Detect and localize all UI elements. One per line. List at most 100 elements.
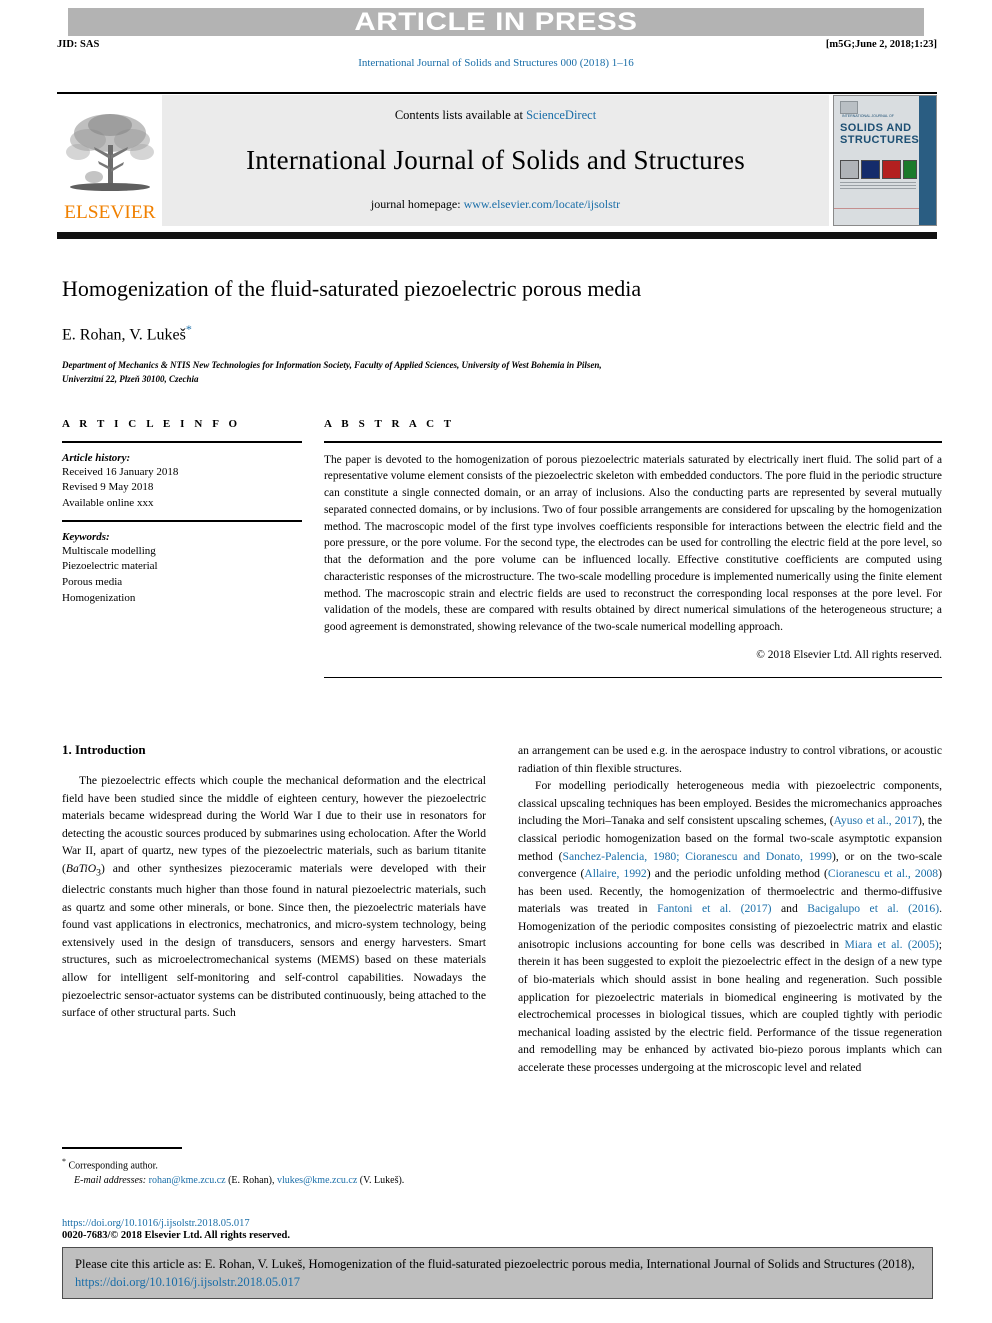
body-column-right: an arrangement can be used e.g. in the a… xyxy=(518,742,942,1077)
please-cite-box: Please cite this article as: E. Rohan, V… xyxy=(62,1247,933,1299)
keywords-group: Keywords: Multiscale modelling Piezoelec… xyxy=(62,531,302,606)
jid-label: JID: SAS xyxy=(57,39,100,50)
cover-figure-1 xyxy=(840,160,859,179)
r2-h: ; therein it has been suggested to explo… xyxy=(518,937,943,1074)
keyword-item: Homogenization xyxy=(62,591,136,604)
cover-title: SOLIDS AND STRUCTURES xyxy=(840,122,920,147)
journal-title: International Journal of Solids and Stru… xyxy=(246,144,745,175)
section-title-introduction: 1. Introduction xyxy=(62,742,146,757)
elsevier-tree-icon xyxy=(65,114,154,191)
citation-bacigalupo-2016[interactable]: Bacigalupo et al. (2016) xyxy=(807,902,939,915)
history-revised: Revised 9 May 2018 xyxy=(62,481,154,494)
elsevier-wordmark: ELSEVIER xyxy=(63,202,156,223)
please-cite-doi-link[interactable]: https://doi.org/10.1016/j.ijsolstr.2018.… xyxy=(75,1275,300,1289)
cover-caption-lines xyxy=(840,182,916,192)
affiliation-line-2: Univerzitní 22, Plzeň 30100, Czechia xyxy=(62,373,199,384)
cover-publisher-logo xyxy=(840,101,858,114)
issn-copyright-line: 0020-7683/© 2018 Elsevier Ltd. All right… xyxy=(62,1230,290,1241)
citation-fantoni-2017[interactable]: Fantoni et al. (2017) xyxy=(657,902,771,915)
keyword-item: Piezoelectric material xyxy=(62,560,158,573)
doi-block: https://doi.org/10.1016/j.ijsolstr.2018.… xyxy=(62,1218,486,1241)
intro-paragraph-left: The piezoelectric effects which couple t… xyxy=(62,772,486,1022)
body-column-left: 1. Introduction The piezoelectric effect… xyxy=(62,742,486,1077)
corresponding-author-note: * Corresponding author. xyxy=(62,1156,486,1173)
article-info-rule-top xyxy=(62,441,302,443)
homepage-prefix: journal homepage: xyxy=(370,197,464,211)
please-cite-text: Please cite this article as: E. Rohan, V… xyxy=(75,1255,920,1292)
contents-available-line: Contents lists available at ScienceDirec… xyxy=(395,108,596,123)
citation-cioranescu-2008[interactable]: Cioranescu et al., 2008 xyxy=(828,867,938,880)
journal-cover-thumbnail: INTERNATIONAL JOURNAL OF SOLIDS AND STRU… xyxy=(833,95,937,226)
article-info-heading: A R T I C L E I N F O xyxy=(62,418,241,430)
abstract-rule-top xyxy=(324,441,942,443)
cover-figure-2 xyxy=(861,160,880,179)
email-link-lukes[interactable]: vlukes@kme.zcu.cz xyxy=(277,1175,357,1186)
doi-link[interactable]: https://doi.org/10.1016/j.ijsolstr.2018.… xyxy=(62,1218,486,1229)
keywords-label: Keywords: xyxy=(62,530,110,543)
footnote-star-marker: * xyxy=(62,1156,66,1166)
abstract-heading: A B S T R A C T xyxy=(324,418,455,430)
email-owner-lukes: (V. Lukeš). xyxy=(359,1174,405,1186)
keyword-item: Porous media xyxy=(62,576,123,589)
history-received: Received 16 January 2018 xyxy=(62,465,179,478)
affiliation: Department of Mechanics & NTIS New Techn… xyxy=(62,359,942,387)
keyword-item: Multiscale modelling xyxy=(62,544,156,557)
abstract-column: A B S T R A C T The paper is devoted to … xyxy=(324,418,942,679)
footnote-block: * Corresponding author. E-mail addresses… xyxy=(62,1147,486,1188)
email-owner-rohan: (E. Rohan), xyxy=(228,1174,275,1186)
cover-spine-band xyxy=(919,96,936,225)
authors-names: E. Rohan, V. Lukeš xyxy=(62,326,186,344)
abstract-copyright: © 2018 Elsevier Ltd. All rights reserved… xyxy=(756,648,942,661)
title-block: Homogenization of the fluid-saturated pi… xyxy=(62,276,942,387)
citation-sanchez-palencia-cioranescu[interactable]: Sanchez-Palencia, 1980; Cioranescu and D… xyxy=(563,850,832,863)
article-in-press-label: ARTICLE IN PRESS xyxy=(354,7,638,36)
abstract-rule-bottom xyxy=(324,676,942,679)
cover-hairline xyxy=(834,208,919,209)
masthead-bottom-bar xyxy=(57,232,937,239)
running-head: JID: SAS [m5G;June 2, 2018;1:23] xyxy=(57,39,937,50)
cover-supratitle: INTERNATIONAL JOURNAL OF xyxy=(842,114,894,118)
citation-ayuso-2017[interactable]: Ayuso et al., 2017 xyxy=(834,814,918,827)
production-stamp: [m5G;June 2, 2018;1:23] xyxy=(825,39,937,50)
r2-d: ) and the periodic unfolding method ( xyxy=(646,867,828,881)
formula-batio3: BaTiO xyxy=(65,862,97,876)
abstract-text: The paper is devoted to the homogenizati… xyxy=(324,453,942,634)
article-history-label: Article history: xyxy=(62,451,131,464)
citation-allaire-1992[interactable]: Allaire, 1992 xyxy=(584,867,646,880)
intro-left-part-b: ) and other synthesizes piezoceramic mat… xyxy=(62,862,486,1020)
paper-title: Homogenization of the fluid-saturated pi… xyxy=(62,276,642,301)
body-columns: 1. Introduction The piezoelectric effect… xyxy=(62,742,942,1077)
intro-paragraph-right-continuation: an arrangement can be used e.g. in the a… xyxy=(518,744,942,775)
corresponding-author-text: Corresponding author. xyxy=(68,1159,158,1171)
article-history-group: Article history: Received 16 January 201… xyxy=(62,452,302,512)
intro-paragraph-right-2: For modelling periodically heterogeneous… xyxy=(518,777,942,1076)
footnote-rule xyxy=(62,1147,182,1149)
info-abstract-region: A R T I C L E I N F O Article history: R… xyxy=(62,418,942,679)
contents-prefix: Contents lists available at xyxy=(394,108,527,122)
masthead-top-rule xyxy=(57,92,937,94)
cover-title-line1: SOLIDS AND xyxy=(840,122,912,134)
email-addresses-note: E-mail addresses: rohan@kme.zcu.cz (E. R… xyxy=(62,1173,486,1188)
elsevier-logo: ELSEVIER xyxy=(57,95,162,226)
citation-miara-2005[interactable]: Miara et al. (2005) xyxy=(844,938,938,951)
author-list: E. Rohan, V. Lukeš* xyxy=(62,322,942,344)
article-in-press-banner: ARTICLE IN PRESS xyxy=(68,8,924,36)
journal-homepage-link[interactable]: www.elsevier.com/locate/ijsolstr xyxy=(464,197,621,211)
cover-title-line2: STRUCTURES xyxy=(840,134,920,147)
affiliation-line-1: Department of Mechanics & NTIS New Techn… xyxy=(62,359,602,370)
corresponding-author-marker[interactable]: * xyxy=(186,322,192,336)
cover-figure-3 xyxy=(882,160,901,179)
intro-left-part-a: The piezoelectric effects which couple t… xyxy=(62,774,486,876)
history-available-online: Available online xxx xyxy=(62,496,154,509)
sciencedirect-link[interactable]: ScienceDirect xyxy=(526,108,596,122)
please-cite-body: Please cite this article as: E. Rohan, V… xyxy=(75,1257,915,1271)
journal-masthead: ELSEVIER Contents lists available at Sci… xyxy=(57,92,937,226)
email-link-rohan[interactable]: rohan@kme.zcu.cz xyxy=(149,1175,226,1186)
article-info-column: A R T I C L E I N F O Article history: R… xyxy=(62,418,302,678)
article-info-rule-mid xyxy=(62,520,302,522)
email-addresses-label: E-mail addresses: xyxy=(74,1174,147,1186)
cover-figure-4 xyxy=(903,160,917,179)
journal-homepage-line: journal homepage: www.elsevier.com/locat… xyxy=(371,197,620,212)
r2-f: and xyxy=(771,902,808,916)
journal-reference-line: International Journal of Solids and Stru… xyxy=(358,57,634,69)
